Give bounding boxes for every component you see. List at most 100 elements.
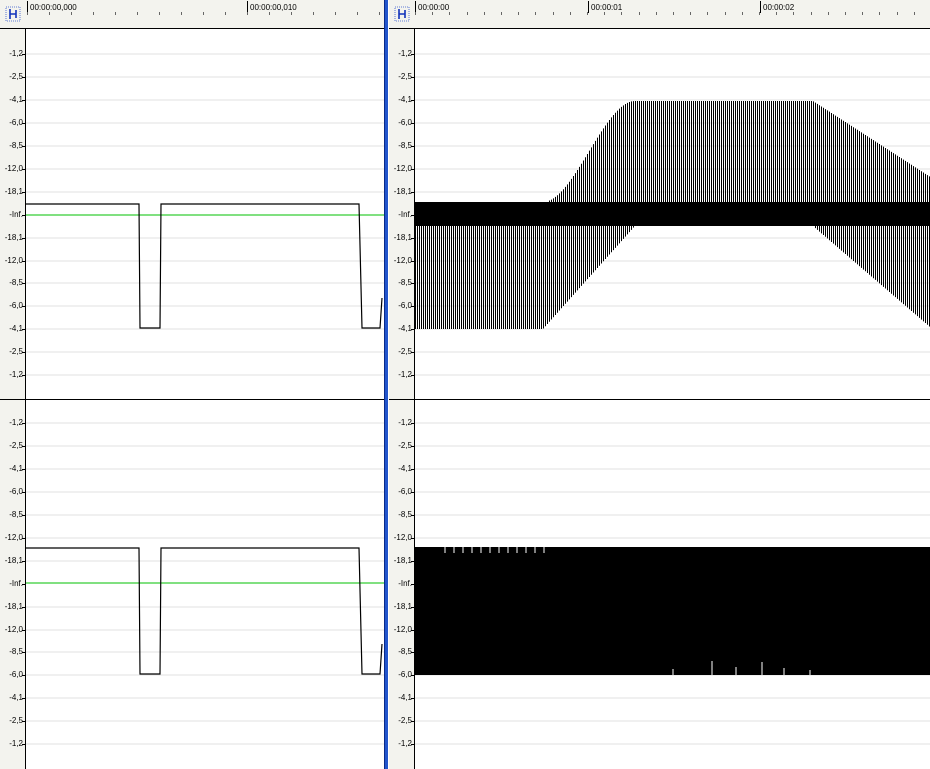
ruler-minor-tick	[655, 12, 657, 15]
ruler-minor-tick	[432, 12, 434, 15]
scale-tick	[411, 469, 414, 470]
ruler-minor-tick	[879, 12, 881, 15]
scale-tick	[411, 375, 414, 376]
ruler-minor-tick	[845, 12, 846, 15]
ruler-minor-tick	[552, 12, 554, 15]
scale-label: -12,0	[4, 256, 23, 265]
waveform-canvas[interactable]	[415, 29, 930, 769]
scale-tick	[411, 123, 414, 124]
ruler-minor-tick	[673, 12, 674, 15]
scale-tick	[411, 146, 414, 147]
ruler-minor-tick	[707, 12, 709, 15]
ruler-minor-tick	[913, 12, 915, 15]
scale-label: -2,5	[9, 441, 23, 450]
right-overview-pane: 00:00:00 00:00:01 00:00:02 -1,2 -2,5 -4,1-…	[389, 0, 930, 769]
scale-tick	[411, 630, 414, 631]
scale-tick	[411, 77, 414, 78]
level-scale[interactable]: -1,2 -2,5 -4,1 -6,0 -8,5 -12,0 -18,1 -Inf. -18,1…	[0, 29, 26, 769]
ruler-minor-tick	[181, 12, 182, 15]
scale-label: -18,1	[393, 602, 412, 611]
scale-tick	[22, 561, 25, 562]
ruler-label-mid: 00:00:00,010	[250, 3, 297, 12]
scale-tick	[22, 261, 25, 262]
ruler-minor-tick	[357, 12, 358, 15]
scale-label: -8,5	[398, 141, 412, 150]
scale-label: -8,5	[9, 141, 23, 150]
scale-label: -12,0	[393, 256, 412, 265]
ruler-minor-tick	[313, 12, 314, 15]
scale-label: -8,5	[398, 647, 412, 656]
ruler-minor-tick	[724, 12, 726, 15]
ruler-minor-tick	[518, 12, 520, 15]
scale-label: -6,0	[398, 487, 412, 496]
scale-tick	[411, 283, 414, 284]
scale-tick	[22, 446, 25, 447]
ruler-minor-tick	[690, 12, 692, 15]
scale-label: -4,1	[9, 324, 23, 333]
scale-label: -1,2	[398, 49, 412, 58]
scale-label: -1,2	[9, 739, 23, 748]
waveform-view[interactable]	[26, 29, 384, 769]
scale-label: -2,5	[398, 347, 412, 356]
scale-label: -2,5	[9, 347, 23, 356]
scale-tick	[411, 698, 414, 699]
pane-divider[interactable]	[384, 0, 388, 769]
scale-tick	[22, 515, 25, 516]
scale-tick	[411, 352, 414, 353]
scale-label: -6,0	[9, 670, 23, 679]
scale-tick	[22, 238, 25, 239]
scale-tick	[22, 744, 25, 745]
scale-label: -6,0	[9, 118, 23, 127]
scale-label: -1,2	[9, 49, 23, 58]
scale-label: -4,1	[398, 95, 412, 104]
scale-tick	[22, 538, 25, 539]
scale-tick	[22, 492, 25, 493]
waveform-view[interactable]	[415, 29, 930, 769]
scale-tick	[411, 215, 414, 216]
ruler-minor-tick	[115, 12, 116, 15]
scale-tick	[411, 561, 414, 562]
scale-label: -12,0	[393, 625, 412, 634]
ruler-minor-tick	[810, 12, 812, 15]
scale-label: -6,0	[398, 670, 412, 679]
waveform	[415, 101, 930, 329]
scale-label: -18,1	[393, 187, 412, 196]
ruler-minor-tick	[269, 12, 270, 15]
scale-label: -1,2	[398, 418, 412, 427]
scale-label: -1,2	[398, 370, 412, 379]
scale-tick	[411, 584, 414, 585]
time-ruler[interactable]: 00:00:00,000 00:00:00,010	[0, 0, 384, 29]
scale-label: -2,5	[9, 716, 23, 725]
scale-tick	[411, 238, 414, 239]
ruler-minor-tick	[535, 12, 537, 15]
scale-label: -18,1	[393, 233, 412, 242]
ruler-minor-tick	[569, 12, 571, 15]
scale-label: -18,1	[4, 556, 23, 565]
ruler-minor-tick	[291, 12, 292, 15]
scale-tick	[411, 744, 414, 745]
time-ruler-icon[interactable]	[394, 6, 410, 22]
ruler-label-1s: 00:00:01	[591, 3, 623, 12]
scale-tick	[411, 329, 414, 330]
waveform	[26, 547, 383, 675]
level-scale[interactable]: -1,2 -2,5 -4,1 -6,0 -8,5 -12,0 -18,1 -Inf. -18,1…	[389, 29, 415, 769]
time-ruler[interactable]: 00:00:00 00:00:01 00:00:02	[389, 0, 930, 29]
time-ruler-icon[interactable]	[5, 6, 21, 22]
channel-separator	[0, 399, 25, 400]
scale-label: -Inf.	[398, 579, 412, 588]
ruler-minor-tick	[93, 12, 94, 15]
scale-label: -12,0	[393, 164, 412, 173]
scale-tick	[411, 721, 414, 722]
waveform-canvas[interactable]	[26, 29, 384, 769]
scale-label: -8,5	[398, 510, 412, 519]
scale-label: -8,5	[9, 278, 23, 287]
ruler-minor-tick	[225, 12, 226, 15]
waveform	[26, 203, 383, 329]
scale-label: -4,1	[398, 464, 412, 473]
scale-tick	[411, 100, 414, 101]
ruler-minor-tick	[71, 12, 72, 15]
waveform-band	[415, 202, 930, 226]
ruler-minor-tick	[827, 12, 829, 15]
scale-tick	[22, 329, 25, 330]
ruler-minor-tick	[483, 12, 485, 15]
